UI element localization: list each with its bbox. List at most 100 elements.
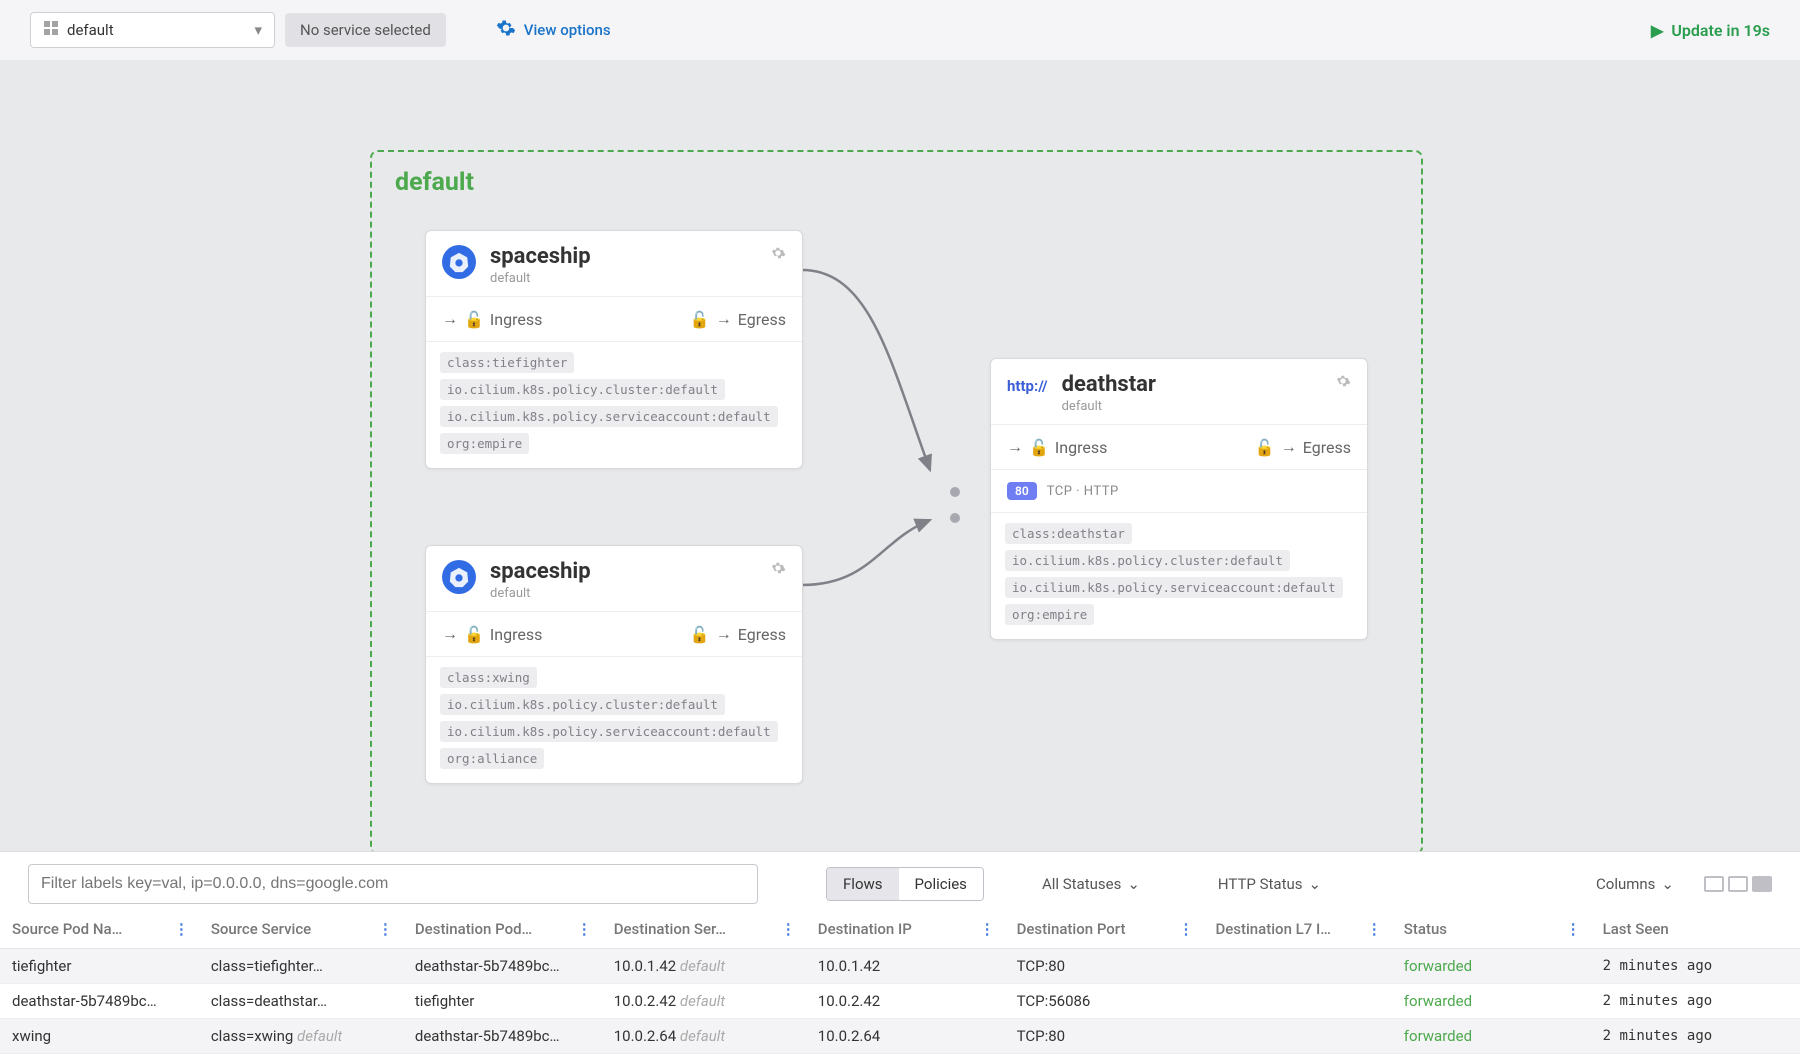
egress-label: Egress [738, 625, 786, 644]
k8s-icon [442, 245, 476, 279]
density-medium[interactable] [1728, 876, 1748, 892]
table-header-row: Source Pod Na…⋮ Source Service⋮ Destinat… [0, 910, 1800, 949]
cell: class=tiefighter… [199, 949, 403, 984]
cell: TCP:80 [1005, 949, 1204, 984]
chevron-down-icon: ⌄ [1127, 875, 1140, 893]
arrow-right-icon: → [442, 624, 458, 644]
namespace-icon [43, 20, 59, 40]
lock-open-icon: 🔓 [690, 625, 710, 644]
th-last-seen[interactable]: Last Seen [1591, 910, 1800, 949]
column-menu-icon[interactable]: ⋮ [174, 920, 189, 938]
label-tag: io.cilium.k8s.policy.serviceaccount:defa… [440, 406, 778, 427]
density-large[interactable] [1752, 876, 1772, 892]
th-dest-ip[interactable]: Destination IP⋮ [806, 910, 1005, 949]
density-compact[interactable] [1704, 876, 1724, 892]
cell: 2 minutes ago [1591, 1019, 1800, 1054]
arrow-right-icon: → [442, 309, 458, 329]
cell: forwarded [1392, 949, 1591, 984]
protocol-badge: http:// [1007, 373, 1048, 395]
status-filter-label: All Statuses [1042, 875, 1121, 893]
column-menu-icon[interactable]: ⋮ [577, 920, 592, 938]
card-header: spaceship default [426, 546, 802, 612]
chevron-down-icon: ⌄ [1661, 875, 1674, 893]
cell: 10.0.1.42 [806, 949, 1005, 984]
view-options-button[interactable]: View options [496, 18, 611, 42]
flows-panel: Flows Policies All Statuses ⌄ HTTP Statu… [0, 851, 1800, 1054]
tab-policies[interactable]: Policies [899, 868, 983, 900]
label-tag: io.cilium.k8s.policy.cluster:default [440, 379, 725, 400]
cell: deathstar-5b7489bc… [403, 1019, 602, 1054]
status-filter[interactable]: All Statuses ⌄ [1042, 875, 1140, 893]
th-dest-service[interactable]: Destination Ser…⋮ [602, 910, 806, 949]
filter-input[interactable] [28, 864, 758, 904]
arrow-right-icon: → [716, 309, 732, 329]
cell: TCP:80 [1005, 1019, 1204, 1054]
th-source-pod[interactable]: Source Pod Na…⋮ [0, 910, 199, 949]
http-status-filter[interactable]: HTTP Status ⌄ [1218, 875, 1321, 893]
namespace-select[interactable]: default ▾ [30, 12, 275, 48]
node-namespace: default [1062, 399, 1156, 414]
column-menu-icon[interactable]: ⋮ [980, 920, 995, 938]
node-namespace: default [490, 271, 591, 286]
egress-label: Egress [738, 310, 786, 329]
labels-list: class:tiefighter io.cilium.k8s.policy.cl… [426, 342, 802, 468]
toolbar: default ▾ No service selected View optio… [0, 0, 1800, 60]
label-tag: io.cilium.k8s.policy.cluster:default [440, 694, 725, 715]
k8s-icon [442, 560, 476, 594]
label-tag: io.cilium.k8s.policy.serviceaccount:defa… [440, 721, 778, 742]
flows-policies-toggle: Flows Policies [826, 867, 984, 901]
cell: deathstar-5b7489bc… [0, 984, 199, 1019]
flow-row: →🔓Ingress 🔓→Egress [426, 297, 802, 342]
th-dest-pod[interactable]: Destination Pod…⋮ [403, 910, 602, 949]
lock-open-icon: 🔓 [464, 625, 484, 644]
card-header: spaceship default [426, 231, 802, 297]
th-source-service[interactable]: Source Service⋮ [199, 910, 403, 949]
label-tag: io.cilium.k8s.policy.serviceaccount:defa… [1005, 577, 1343, 598]
node-spaceship-xwing[interactable]: spaceship default →🔓Ingress 🔓→Egress cla… [425, 545, 803, 784]
node-deathstar[interactable]: http:// deathstar default →🔓Ingress 🔓→Eg… [990, 358, 1368, 640]
cell: 10.0.1.42 default [602, 949, 806, 984]
table-row[interactable]: tiefighterclass=tiefighter…deathstar-5b7… [0, 949, 1800, 984]
cell [1203, 1019, 1391, 1054]
cell: 2 minutes ago [1591, 949, 1800, 984]
lock-open-icon: 🔓 [690, 310, 710, 329]
node-spaceship-tiefighter[interactable]: spaceship default →🔓Ingress 🔓→Egress cla… [425, 230, 803, 469]
th-dest-port[interactable]: Destination Port⋮ [1005, 910, 1204, 949]
egress-label: Egress [1303, 438, 1351, 457]
column-menu-icon[interactable]: ⋮ [1367, 920, 1382, 938]
node-title: deathstar [1062, 373, 1156, 397]
cell: tiefighter [0, 949, 199, 984]
service-pill[interactable]: No service selected [285, 13, 446, 47]
gear-icon[interactable] [1335, 373, 1351, 393]
column-menu-icon[interactable]: ⋮ [781, 920, 796, 938]
columns-dropdown[interactable]: Columns ⌄ [1596, 875, 1674, 893]
label-tag: io.cilium.k8s.policy.cluster:default [1005, 550, 1290, 571]
cell: tiefighter [403, 984, 602, 1019]
view-options-label: View options [524, 21, 611, 39]
http-status-label: HTTP Status [1218, 875, 1303, 893]
cell [1203, 984, 1391, 1019]
label-tag: org:empire [1005, 604, 1094, 625]
gear-icon[interactable] [770, 245, 786, 265]
th-dest-l7[interactable]: Destination L7 I…⋮ [1203, 910, 1391, 949]
column-menu-icon[interactable]: ⋮ [1178, 920, 1193, 938]
service-map[interactable]: default spaceship default → 🔓 Ingress 🔓 → Eg… [0, 60, 1435, 820]
ingress-label: Ingress [1055, 438, 1107, 457]
column-menu-icon[interactable]: ⋮ [1566, 920, 1581, 938]
th-status[interactable]: Status⋮ [1392, 910, 1591, 949]
table-row[interactable]: xwingclass=xwing defaultdeathstar-5b7489… [0, 1019, 1800, 1054]
flow-row: →🔓Ingress 🔓→Egress [426, 612, 802, 657]
port-protocol: TCP · HTTP [1047, 484, 1119, 499]
update-status[interactable]: ▶ Update in 19s [1651, 21, 1770, 40]
lock-open-icon: 🔓 [1029, 438, 1049, 457]
column-menu-icon[interactable]: ⋮ [378, 920, 393, 938]
arrow-right-icon: → [1281, 437, 1297, 457]
gear-icon[interactable] [770, 560, 786, 580]
cell: class=deathstar… [199, 984, 403, 1019]
cell: 2 minutes ago [1591, 984, 1800, 1019]
table-row[interactable]: deathstar-5b7489bc…class=deathstar…tiefi… [0, 984, 1800, 1019]
cell: 10.0.2.42 [806, 984, 1005, 1019]
cell: TCP:56086 [1005, 984, 1204, 1019]
tab-flows[interactable]: Flows [827, 868, 899, 900]
port-row: 80 TCP · HTTP [991, 470, 1367, 513]
